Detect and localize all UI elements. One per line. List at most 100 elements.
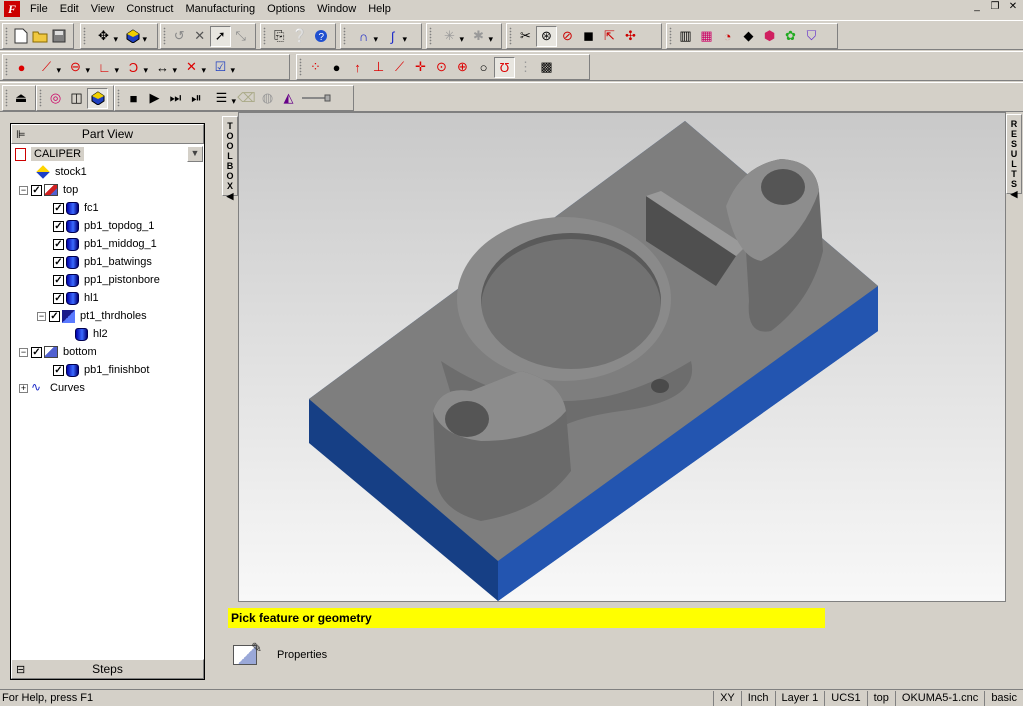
menu-edit[interactable]: Edit [54, 1, 85, 17]
tree-item-feature[interactable]: ✓ hl1 [53, 289, 99, 307]
line-icon[interactable]: ⟋ [32, 57, 61, 78]
menu-window[interactable]: Window [311, 1, 362, 17]
pan-icon[interactable]: ✥ [89, 26, 118, 47]
feature-select-icon[interactable]: ⊛ [536, 25, 557, 47]
results-tab[interactable]: R E S U L T S ◀ [1006, 114, 1022, 199]
solid-feature-icon[interactable]: ◼ [578, 26, 599, 47]
setup-indicator[interactable]: top [866, 690, 895, 706]
menu-help[interactable]: Help [362, 1, 397, 17]
view-orient-icon[interactable] [118, 26, 147, 47]
undo-icon[interactable]: ↺ [169, 26, 189, 47]
chevron-down-icon[interactable]: ▼ [187, 146, 203, 162]
mode-indicator[interactable]: basic [984, 690, 1023, 706]
step-options-icon[interactable]: ☰ [207, 88, 236, 109]
machine-icon[interactable]: ▥ [675, 26, 696, 47]
context-help-icon[interactable]: ❔ [290, 26, 311, 47]
collapse-icon[interactable]: − [37, 311, 46, 321]
menu-view[interactable]: View [85, 1, 121, 17]
ucs-indicator[interactable]: UCS1 [824, 690, 866, 706]
trim-icon[interactable]: ✕ [177, 57, 206, 78]
tree-item-feature[interactable]: ✓ pb1_batwings [53, 253, 152, 271]
fast-forward-icon[interactable]: ⏭ [165, 88, 186, 109]
properties-button[interactable]: Properties [233, 640, 327, 665]
tree-item-feature[interactable]: ✓ pb1_finishbot [53, 361, 149, 379]
hole-feature-icon[interactable]: ⊘ [557, 26, 578, 47]
point-icon[interactable]: ● [11, 57, 32, 78]
check-icon[interactable]: ☑ [206, 57, 235, 78]
grid-snap-icon[interactable]: ⁘ [305, 57, 326, 78]
visibility-checkbox[interactable]: ✓ [53, 256, 64, 268]
visibility-checkbox[interactable]: ✓ [31, 346, 42, 358]
snap-grid-icon[interactable]: ▩ [536, 57, 557, 78]
shaded-icon[interactable]: ◫ [66, 88, 87, 109]
menu-file[interactable]: File [24, 1, 54, 17]
eject-icon[interactable]: ⏏ [11, 88, 31, 109]
tree-item-stock[interactable]: stock1 [36, 163, 87, 181]
app-icon[interactable]: F [4, 1, 20, 17]
visibility-checkbox[interactable]: ✓ [31, 184, 42, 196]
chart-icon[interactable]: ◭ [278, 88, 299, 109]
chain-select-icon[interactable]: ⤡ [231, 26, 251, 47]
units-indicator[interactable]: Inch [740, 690, 775, 706]
tree-item-feature[interactable]: ✓ pb1_middog_1 [53, 235, 157, 253]
save-icon[interactable] [50, 26, 69, 47]
tree-item-curves[interactable]: + ∿ Curves [19, 379, 85, 397]
visibility-checkbox[interactable]: ✓ [53, 220, 64, 232]
wireframe-icon[interactable]: ◎ [45, 88, 66, 109]
stock-grid-icon[interactable]: ▦ [696, 26, 717, 47]
center-point-icon[interactable]: ⊙ [431, 57, 452, 78]
steps-tab[interactable]: ⊟ Steps [11, 659, 204, 679]
circle-icon[interactable]: ⊖ [61, 57, 90, 78]
part-view-header[interactable]: ⊫ Part View [11, 124, 204, 144]
arc-icon[interactable]: Ɔ [119, 57, 148, 78]
visibility-checkbox[interactable]: ✓ [53, 202, 64, 214]
snap-point-icon[interactable]: ✳ [435, 26, 464, 47]
tree-item-feature[interactable]: hl2 [75, 325, 108, 343]
color-solid-icon[interactable]: ⬢ [759, 26, 780, 47]
endpoint-icon[interactable]: ● [326, 57, 347, 78]
open-folder-icon[interactable] [30, 26, 49, 47]
layer-indicator[interactable]: Layer 1 [774, 690, 825, 706]
perpendicular-icon[interactable]: ⊥ [368, 57, 389, 78]
menu-manufacturing[interactable]: Manufacturing [179, 1, 261, 17]
part-selector[interactable]: CALIPER ▼ [15, 146, 203, 162]
solid-display-icon[interactable] [87, 87, 108, 109]
delete-icon[interactable]: ✕ [189, 26, 209, 47]
tree-item-top-setup[interactable]: − ✓ top [19, 181, 78, 199]
rainbow-icon[interactable]: ◔ [717, 26, 738, 47]
graphics-viewport[interactable] [238, 112, 1006, 602]
globe-icon[interactable]: ◍ [257, 88, 278, 109]
tangent-icon[interactable]: Ʊ [494, 56, 515, 78]
minimize-button[interactable]: _ [969, 1, 985, 15]
vertical-icon[interactable]: ↑ [347, 57, 368, 78]
expand-icon[interactable]: + [19, 383, 28, 393]
part-model[interactable] [239, 113, 1006, 602]
transform-icon[interactable]: ⇱ [599, 26, 620, 47]
close-button[interactable]: ✕ [1005, 1, 1021, 15]
visibility-checkbox[interactable]: ✓ [53, 238, 64, 250]
cross-icon[interactable]: ✛ [410, 57, 431, 78]
visibility-checkbox[interactable]: ✓ [49, 310, 60, 322]
tree-item-feature[interactable]: ✓ pb1_topdog_1 [53, 217, 154, 235]
verify-icon[interactable]: ⛉ [801, 26, 822, 47]
tool-icon[interactable]: ✂ [515, 26, 536, 47]
tree-item-pattern[interactable]: − ✓ pt1_thrdholes [37, 307, 147, 325]
fillet-icon[interactable]: ∟ [90, 57, 119, 78]
tree-item-feature[interactable]: ✓ pp1_pistonbore [53, 271, 160, 289]
solid-view-icon[interactable]: ◆ [738, 26, 759, 47]
arc-curve-icon[interactable]: ∩ [349, 26, 378, 47]
select-arrow-icon[interactable]: ➚ [209, 25, 231, 47]
angle-line-icon[interactable]: ⟋ [389, 57, 410, 78]
collapse-icon[interactable]: − [19, 185, 28, 195]
eraser-icon[interactable]: ⌫ [236, 88, 257, 109]
stop-icon[interactable]: ■ [123, 88, 144, 109]
copy-doc-icon[interactable]: ⎘ [269, 26, 290, 47]
circle-point-icon[interactable]: ○ [473, 57, 494, 78]
menu-construct[interactable]: Construct [120, 1, 179, 17]
toolbox-tab[interactable]: T O O L B O X ◀ [222, 116, 238, 201]
help-icon[interactable]: ? [310, 26, 331, 47]
play-icon[interactable]: ▶ [144, 88, 165, 109]
menu-options[interactable]: Options [261, 1, 311, 17]
toolpath-icon[interactable]: ✿ [780, 26, 801, 47]
dimension-icon[interactable]: ↔ [148, 57, 177, 78]
